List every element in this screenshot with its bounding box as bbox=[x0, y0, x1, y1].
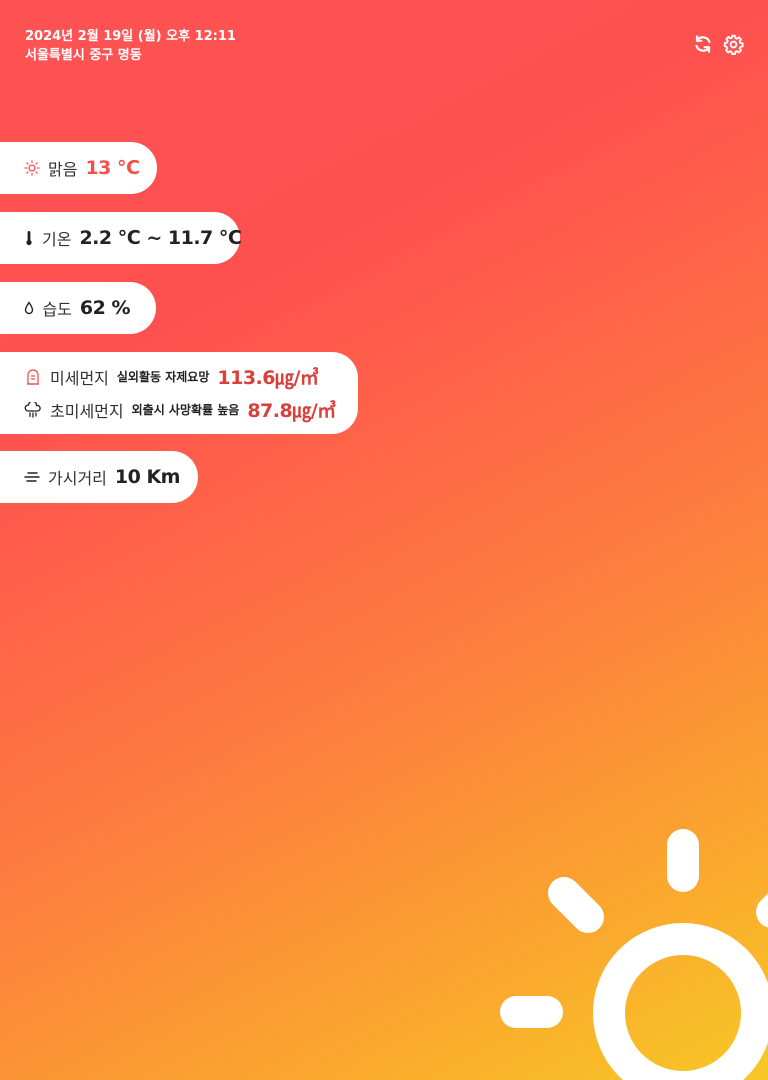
temperature-range-card: 기온 2.2 ℃ ~ 11.7 ℃ bbox=[0, 212, 242, 264]
location: 서울특별시 중구 명동 bbox=[25, 48, 142, 63]
pm10-row: 미세먼지 실외활동 자제요망 113.6㎍/㎥ bbox=[24, 363, 332, 390]
temperature-range-value: 2.2 ℃ ~ 11.7 ℃ bbox=[79, 227, 242, 249]
sun-icon bbox=[24, 159, 40, 177]
condition-label: 맑음 bbox=[48, 160, 78, 179]
pm10-value: 113.6㎍/㎥ bbox=[217, 367, 319, 389]
thermometer-icon bbox=[24, 229, 34, 247]
pm25-label: 초미세먼지 bbox=[50, 401, 124, 421]
refresh-icon bbox=[695, 35, 711, 53]
humidity-value: 62 % bbox=[79, 297, 131, 319]
humidity-label: 습도 bbox=[42, 300, 72, 319]
visibility-card: 가시거리 10 Km bbox=[0, 451, 198, 503]
visibility-label: 가시거리 bbox=[48, 469, 107, 488]
pm25-note: 외출시 사망확률 높음 bbox=[131, 403, 240, 417]
header-actions bbox=[692, 33, 744, 55]
refresh-button[interactable] bbox=[692, 33, 714, 55]
settings-button[interactable] bbox=[722, 33, 744, 55]
pm10-label: 미세먼지 bbox=[50, 368, 109, 388]
mask-icon bbox=[24, 368, 42, 386]
humidity-card: 습도 62 % bbox=[0, 282, 156, 334]
current-temperature: 13 ℃ bbox=[85, 157, 140, 179]
dust-cloud-icon bbox=[24, 401, 42, 419]
gear-icon bbox=[723, 34, 744, 55]
temperature-range-label: 기온 bbox=[42, 230, 72, 249]
datetime: 2024년 2월 19일 (월) 오후 12:11 bbox=[25, 29, 236, 44]
haze-icon bbox=[24, 468, 40, 486]
dust-card: 미세먼지 실외활동 자제요망 113.6㎍/㎥ 초미세먼지 외출시 사망확률 높… bbox=[0, 352, 358, 434]
pm25-value: 87.8㎍/㎥ bbox=[247, 400, 336, 422]
header: 2024년 2월 19일 (월) 오후 12:11 서울특별시 중구 명동 bbox=[25, 27, 236, 65]
visibility-value: 10 Km bbox=[114, 466, 181, 488]
pm10-note: 실외활동 자제요망 bbox=[116, 370, 210, 384]
droplet-icon bbox=[24, 299, 34, 317]
pm25-row: 초미세먼지 외출시 사망확률 높음 87.8㎍/㎥ bbox=[24, 396, 336, 423]
condition-card: 맑음 13 ℃ bbox=[0, 142, 157, 194]
